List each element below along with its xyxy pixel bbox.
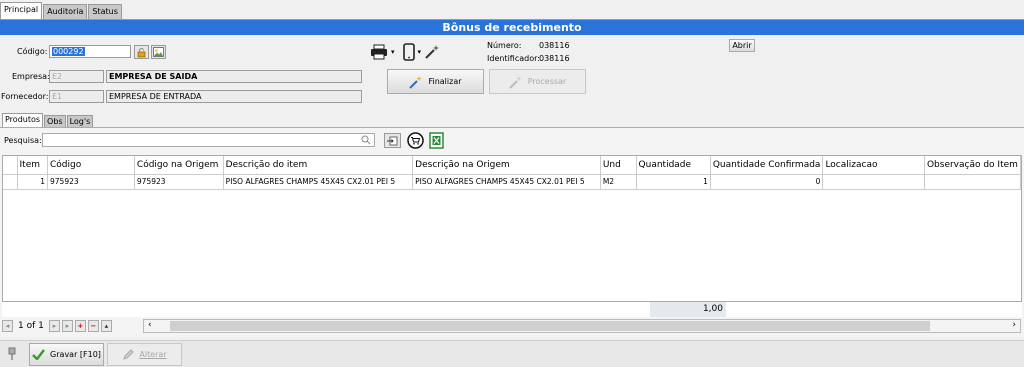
remove-row-button[interactable]: − <box>87 320 99 332</box>
codigo-value: 000292 <box>52 47 85 56</box>
table-cell[interactable]: M2 <box>600 174 637 190</box>
magic-wand-icon <box>509 75 522 89</box>
finalizar-label: Finalizar <box>428 77 462 86</box>
table-cell[interactable]: 975923 <box>47 174 135 190</box>
export-button[interactable] <box>384 133 401 148</box>
page-title: Bônus de recebimento <box>0 20 1024 35</box>
numero-value: 038116 <box>539 41 570 50</box>
cart-button[interactable] <box>407 132 424 152</box>
table-cell[interactable]: 0 <box>710 174 824 190</box>
table-cell[interactable]: 1 <box>17 174 49 190</box>
fornecedor-name-field: EMPRESA DE ENTRADA <box>106 90 362 103</box>
scroll-thumb[interactable] <box>170 321 930 331</box>
gravar-label: Gravar [F10] <box>50 350 101 359</box>
scroll-right-icon[interactable]: › <box>1012 320 1016 330</box>
up-button[interactable]: ▴ <box>100 320 112 332</box>
codigo-label: Código: <box>17 47 48 56</box>
lock-icon <box>137 47 146 57</box>
gravar-button[interactable]: Gravar [F10] <box>29 343 104 366</box>
table-cell[interactable]: PISO ALFAGRES CHAMPS 45X45 CX2.01 PEI 5 <box>223 174 414 190</box>
empresa-label: Empresa: <box>12 72 50 81</box>
excel-button[interactable] <box>429 132 444 152</box>
add-row-button[interactable]: + <box>74 320 86 332</box>
identificador-value: 038116 <box>539 54 570 63</box>
inner-tabs: Produtos Obs Log's <box>2 113 94 128</box>
alterar-button[interactable]: Alterar <box>107 343 182 366</box>
image-button[interactable] <box>151 45 166 59</box>
fornecedor-label: Fornecedor: <box>1 92 49 101</box>
col-header[interactable]: Quantidade <box>636 156 711 175</box>
main-tabs: Principal Auditoria Status <box>0 2 123 20</box>
identificador-label: Identificador: <box>487 54 540 63</box>
col-header[interactable]: Quantidade Confirmada <box>710 156 824 175</box>
grid-footer <box>2 301 1022 317</box>
chevron-down-icon[interactable]: ▾ <box>391 48 395 56</box>
image-icon <box>153 47 164 57</box>
table-header: Item Código Código na Origem Descrição d… <box>3 156 1021 175</box>
check-icon <box>32 349 45 360</box>
col-header[interactable]: Item <box>17 156 49 175</box>
cart-icon <box>407 132 424 149</box>
finalizar-button[interactable]: Finalizar <box>387 69 484 94</box>
empresa-name-field: EMPRESA DE SAIDA <box>106 70 362 83</box>
tab-principal[interactable]: Principal <box>0 2 43 20</box>
magic-wand-icon <box>409 75 423 89</box>
codigo-field[interactable]: 000292 <box>49 45 131 58</box>
search-icon[interactable] <box>361 135 371 145</box>
horizontal-scrollbar[interactable]: ‹ › <box>143 319 1021 333</box>
excel-icon <box>429 132 444 149</box>
processar-label: Processar <box>527 77 567 86</box>
empresa-code-field[interactable]: E2 <box>49 70 104 83</box>
magic-wand-icon[interactable] <box>424 44 440 60</box>
products-grid: Item Código Código na Origem Descrição d… <box>2 155 1022 317</box>
table-cell[interactable] <box>822 174 925 190</box>
table-row[interactable]: 1 975923 975923 PISO ALFAGRES CHAMPS 45X… <box>3 174 1021 190</box>
printer-icon[interactable] <box>370 44 388 60</box>
scroll-left-icon[interactable]: ‹ <box>148 320 152 330</box>
table-cell[interactable]: PISO ALFAGRES CHAMPS 45X45 CX2.01 PEI 5 <box>412 174 601 190</box>
fornecedor-code-field[interactable]: E1 <box>49 90 104 103</box>
total-quantidade: 1,00 <box>650 302 726 317</box>
numero-label: Número: <box>487 41 522 50</box>
col-header[interactable]: Descrição do item <box>223 156 414 175</box>
lock-button[interactable] <box>134 45 149 59</box>
pin-icon <box>8 347 16 360</box>
tab-auditoria[interactable]: Auditoria <box>43 4 88 20</box>
table-cell[interactable]: 975923 <box>134 174 224 190</box>
table-cell[interactable]: 1 <box>636 174 711 190</box>
first-page-button[interactable]: ◂ <box>2 320 13 332</box>
search-label: Pesquisa: <box>4 136 42 145</box>
col-header[interactable]: Código na Origem <box>134 156 224 175</box>
row-indicator <box>3 174 18 190</box>
last-page-button[interactable]: ▸ <box>61 320 73 332</box>
col-header[interactable]: Descrição na Origem <box>412 156 601 175</box>
export-icon <box>387 136 398 145</box>
processar-button[interactable]: Processar <box>489 69 586 94</box>
pager-label: 1 of 1 <box>18 321 44 331</box>
col-header[interactable]: Und <box>600 156 637 175</box>
pencil-icon <box>123 348 135 360</box>
col-header[interactable]: Observação do Item <box>924 156 1021 175</box>
print-toolbar: ▾ ▾ <box>370 43 440 61</box>
tab-produtos[interactable]: Produtos <box>2 113 44 128</box>
alterar-label: Alterar <box>139 350 167 359</box>
pin-button[interactable] <box>7 347 17 361</box>
next-page-button[interactable]: ▸ <box>48 320 60 332</box>
pager: ◂ 1 of 1 ▸ ▸ + − ▴ <box>2 319 112 333</box>
chevron-down-icon[interactable]: ▾ <box>418 48 422 56</box>
col-header[interactable]: Código <box>47 156 135 175</box>
products-table: Item Código Código na Origem Descrição d… <box>3 156 1021 190</box>
search-input[interactable] <box>42 133 375 147</box>
col-header[interactable]: Localizacao <box>822 156 925 175</box>
table-cell[interactable] <box>924 174 1021 190</box>
mobile-icon[interactable] <box>402 43 415 61</box>
abrir-button[interactable]: Abrir <box>729 39 755 52</box>
row-indicator-header <box>3 156 18 175</box>
tab-status[interactable]: Status <box>88 4 122 20</box>
